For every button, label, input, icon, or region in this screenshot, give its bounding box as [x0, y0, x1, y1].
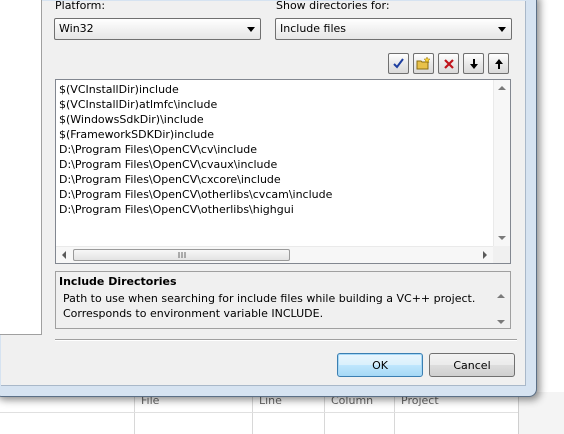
scrollbar-corner: [493, 246, 510, 263]
directory-list-item[interactable]: D:\Program Files\OpenCV\otherlibs\cvcam\…: [59, 187, 332, 202]
directory-list-item[interactable]: $(FrameworkSDKDir)include: [59, 127, 332, 142]
horizontal-scrollbar[interactable]: [56, 246, 493, 263]
column-header-project[interactable]: Project: [394, 392, 518, 434]
chevron-down-icon: [247, 27, 255, 32]
description-scrollbar[interactable]: [493, 288, 510, 328]
new-line-button[interactable]: [413, 53, 434, 74]
description-text: Path to use when searching for include f…: [63, 292, 476, 320]
scroll-right-icon[interactable]: [483, 251, 487, 259]
directories-list-items: $(VCInstallDir)include $(VCInstallDir)atl…: [59, 82, 332, 217]
new-folder-icon: [416, 56, 431, 69]
ok-button[interactable]: OK: [337, 353, 423, 377]
column-header-file[interactable]: File: [134, 392, 252, 434]
platform-value: Win32: [59, 22, 94, 35]
options-tree-pane[interactable]: [0, 0, 42, 335]
show-directories-dropdown[interactable]: Include files: [275, 18, 512, 40]
description-title: Include Directories: [59, 275, 177, 288]
scroll-down-icon[interactable]: [498, 236, 506, 240]
checkmark-icon: [393, 58, 404, 69]
vertical-scrollbar[interactable]: [493, 80, 510, 246]
column-header-column[interactable]: Column: [324, 392, 394, 434]
scroll-down-icon[interactable]: [497, 320, 505, 324]
delete-icon: [443, 58, 454, 69]
background-scrollbar[interactable]: [518, 392, 564, 434]
check-button[interactable]: [388, 53, 409, 74]
move-up-button[interactable]: [488, 53, 509, 74]
grid-row-divider: [0, 412, 520, 413]
move-up-icon: [494, 58, 503, 69]
directory-list-item[interactable]: D:\Program Files\OpenCV\cxcore\include: [59, 172, 332, 187]
show-directories-value: Include files: [280, 22, 347, 35]
directory-list-item[interactable]: $(VCInstallDir)include: [59, 82, 332, 97]
column-header-line[interactable]: Line: [252, 392, 324, 434]
description-panel: Include Directories Path to use when sea…: [55, 271, 511, 329]
scroll-up-icon[interactable]: [497, 294, 505, 298]
scroll-up-icon[interactable]: [498, 86, 506, 90]
platform-label: Platform:: [55, 0, 106, 12]
cancel-button[interactable]: Cancel: [429, 353, 515, 377]
directory-list-item[interactable]: $(WindowsSdkDir)\include: [59, 112, 332, 127]
platform-dropdown[interactable]: Win32: [54, 18, 261, 40]
directories-list[interactable]: $(VCInstallDir)include $(VCInstallDir)atl…: [55, 79, 511, 264]
chevron-down-icon: [498, 27, 506, 32]
move-down-icon: [469, 58, 478, 69]
show-directories-label: Show directories for:: [276, 0, 390, 12]
directory-list-item[interactable]: D:\Program Files\OpenCV\cvaux\include: [59, 157, 332, 172]
move-down-button[interactable]: [463, 53, 484, 74]
directory-list-item[interactable]: D:\Program Files\OpenCV\otherlibs\highgu…: [59, 202, 332, 217]
separator-line: [55, 339, 517, 341]
directory-list-item[interactable]: D:\Program Files\OpenCV\cv\include: [59, 142, 332, 157]
grip-icon: [178, 252, 185, 258]
scroll-thumb[interactable]: [73, 249, 290, 261]
directory-list-item[interactable]: $(VCInstallDir)atlmfc\include: [59, 97, 332, 112]
delete-button[interactable]: [438, 53, 459, 74]
scroll-left-icon[interactable]: [62, 251, 66, 259]
